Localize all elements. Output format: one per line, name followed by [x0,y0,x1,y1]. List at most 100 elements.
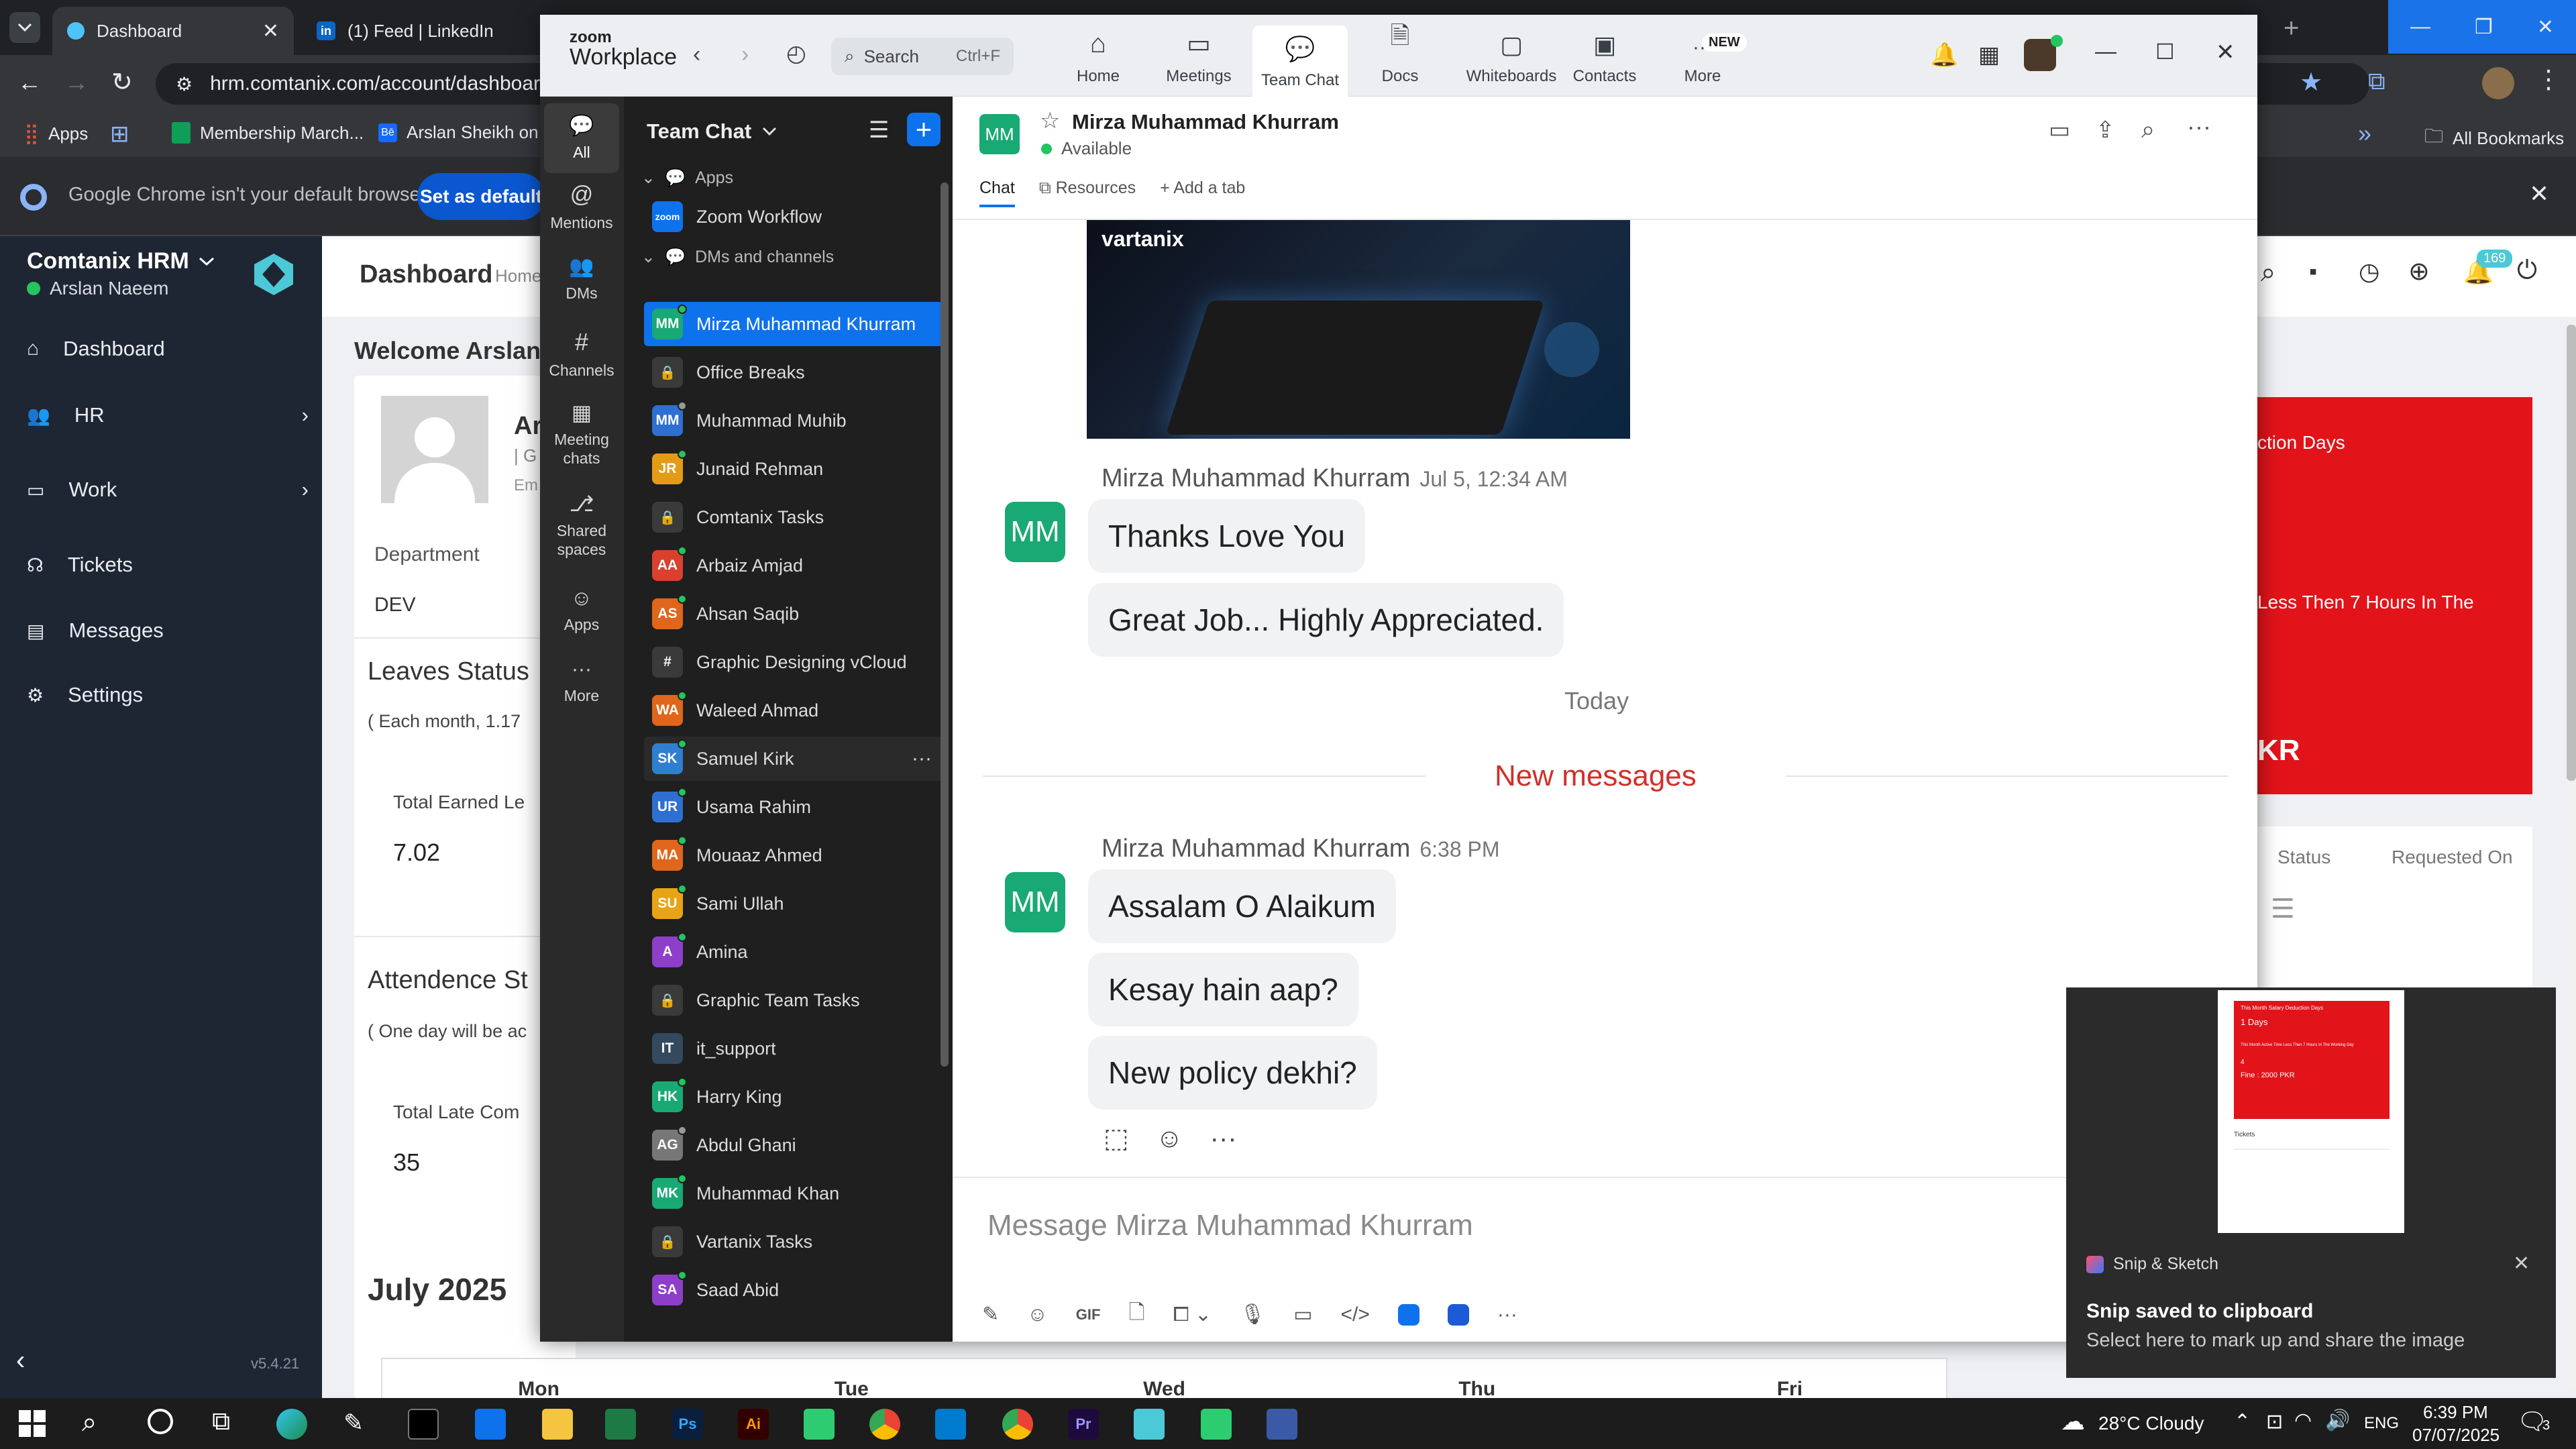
tab-search-button[interactable] [9,12,40,43]
list-item[interactable]: SA Saad Abid [644,1268,943,1312]
shared-image[interactable]: vartanix [1087,220,1630,439]
message-bubble[interactable]: Thanks Love You [1088,499,1365,573]
chrome-icon[interactable] [869,1409,900,1440]
page-scrollbar[interactable] [2567,317,2576,1390]
clock-icon[interactable]: ◷ [2359,258,2379,286]
gif-icon[interactable]: GIF [1076,1306,1101,1324]
explorer-icon[interactable] [542,1409,573,1440]
tab-add[interactable]: + Add a tab [1160,178,1245,207]
list-item[interactable]: # Graphic Designing vCloud [644,640,943,684]
all-bookmarks[interactable]: 🗀 All Bookmarks [2424,122,2564,154]
sender-avatar[interactable]: MM [1005,502,1065,562]
tab-dashboard[interactable]: Dashboard ✕ [52,7,294,55]
tray-chevron-icon[interactable]: ⌃ [2234,1410,2251,1434]
new-tab-button[interactable]: + [2284,13,2299,44]
photoshop-icon[interactable]: Ps [672,1409,703,1440]
nav-tickets[interactable]: ☊ Tickets [27,541,133,588]
tab-resources[interactable]: ⧉ Resources [1039,178,1136,207]
list-item[interactable]: A Amina [644,930,943,974]
section-apps[interactable]: ⌄ 💬 Apps [641,168,733,188]
collapse-icon[interactable]: ‹ [16,1346,25,1376]
rail-dms[interactable]: 👥 DMs [544,255,619,303]
volume-icon[interactable]: 🔊 [2325,1409,2350,1432]
tab-home[interactable]: ⌂ Home [1055,25,1142,93]
rail-meeting-chats[interactable]: ▦ Meeting chats [544,400,619,468]
history-icon[interactable]: ◴ [786,40,806,67]
close-icon[interactable]: ✕ [2216,39,2235,66]
star-icon[interactable]: ☆ [1040,107,1060,134]
close-icon[interactable]: ✕ [2513,1252,2530,1275]
tab-chat[interactable]: Chat [979,178,1015,207]
more-icon[interactable]: ··· [1497,1303,1517,1326]
list-item[interactable]: AS Ahsan Saqib [644,592,943,636]
message-bubble[interactable]: New policy dekhi? [1088,1036,1377,1110]
clock-date[interactable]: 07/07/2025 [2412,1425,2500,1446]
emoji-icon[interactable]: ☺ [1027,1303,1048,1326]
list-item[interactable]: WA Waleed Ahmad [644,688,943,733]
chrome-icon[interactable] [1002,1409,1033,1440]
compose-input[interactable]: Message Mirza Muhammad Khurram [987,1209,2128,1242]
reload-icon[interactable]: ↻ [111,67,133,97]
file-icon[interactable]: 🗋 [1128,1297,1144,1332]
list-item[interactable]: IT it_support [644,1026,943,1071]
contact-avatar[interactable]: MM [979,114,1020,154]
nav-work[interactable]: ▭ Work › [27,466,309,513]
list-item[interactable]: MM Muhammad Muhib [644,398,943,443]
snip-toast[interactable]: This Month Salary Deduction Days 1 Days … [2066,987,2556,1378]
video-message-icon[interactable]: ▭ [1293,1303,1312,1326]
screenshot-icon[interactable]: ⧠ ⌄ [1173,1303,1212,1326]
emoji-react-icon[interactable]: ☺ [1156,1124,1183,1154]
list-item[interactable]: AG Abdul Ghani [644,1123,943,1167]
pen-icon[interactable]: ✎ [343,1409,374,1440]
brand-switcher[interactable]: Comtanix HRM [27,248,215,274]
tab-contacts[interactable]: ▣ Contacts [1561,25,1648,93]
forward-icon[interactable]: › [741,42,749,68]
bookmark-apps[interactable]: ⣿ Apps [24,122,88,146]
rail-apps[interactable]: ☺ Apps [544,585,619,635]
add-icon[interactable]: ⊕ [2408,256,2430,286]
maximize-icon[interactable]: ☐ [2155,39,2175,64]
reply-icon[interactable]: ⬚ [1104,1123,1129,1154]
more-icon[interactable]: ··· [1210,1124,1237,1154]
tab-docs[interactable]: 🗎 Docs [1356,21,1444,93]
format-icon[interactable]: ✎ [982,1303,999,1326]
restore-icon[interactable]: ❐ [2475,15,2493,39]
list-item[interactable]: SU Sami Ullah [644,881,943,926]
power-icon[interactable]: ⏻ [2517,256,2537,285]
list-scrollbar[interactable] [941,182,949,1067]
network-icon[interactable]: ⊡ [2266,1410,2283,1434]
bookmark-membership[interactable]: Membership March... [172,122,364,144]
list-item[interactable]: SK Samuel Kirk ··· [644,737,943,781]
list-item[interactable]: HK Harry King [644,1075,943,1119]
nav-messages[interactable]: ▤ Messages [27,607,164,654]
mic-icon[interactable]: 🎙 [1240,1303,1265,1326]
list-item[interactable]: MK Muhammad Khan [644,1171,943,1216]
premiere-icon[interactable]: Pr [1068,1409,1099,1440]
list-item[interactable]: 🔒 Office Breaks [644,350,943,394]
section-dms-channels[interactable]: ⌄ 💬 DMs and channels [641,247,834,267]
app-icon[interactable] [1201,1409,1232,1440]
list-item[interactable]: MA Mouaaz Ahmed [644,833,943,877]
close-icon[interactable]: ✕ [2537,15,2554,39]
calendar-icon[interactable]: ▦ [1978,42,2000,68]
message-bubble[interactable]: Assalam O Alaikum [1088,869,1396,943]
clock-time[interactable]: 6:39 PM [2423,1402,2488,1423]
weather-text[interactable]: 28°C Cloudy [2098,1413,2204,1434]
close-icon[interactable]: ✕ [2529,180,2549,208]
tab-meetings[interactable]: ▭ Meetings [1155,25,1242,93]
app-icon[interactable] [1397,1303,1419,1326]
list-item[interactable]: 🔒 Vartanix Tasks [644,1220,943,1264]
message-bubble[interactable]: Kesay hain aap? [1088,953,1358,1026]
bell-icon[interactable]: 🔔 [1930,42,1958,68]
back-icon[interactable]: ← [17,68,42,97]
forward-icon[interactable]: → [64,68,89,97]
tab-whiteboards[interactable]: ▢ Whiteboards [1458,25,1565,93]
list-item[interactable]: JR Junaid Rehman [644,447,943,491]
zoom-taskbar-icon[interactable] [475,1409,506,1440]
chat-contact-name[interactable]: Mirza Muhammad Khurram [1072,110,1339,134]
note-icon[interactable]: ▪ [2309,259,2317,285]
breadcrumb[interactable]: Home [495,266,541,286]
new-chat-button[interactable]: + [907,113,941,146]
rail-all[interactable]: 💬 All [544,103,619,173]
calculator-icon[interactable] [1267,1409,1297,1440]
